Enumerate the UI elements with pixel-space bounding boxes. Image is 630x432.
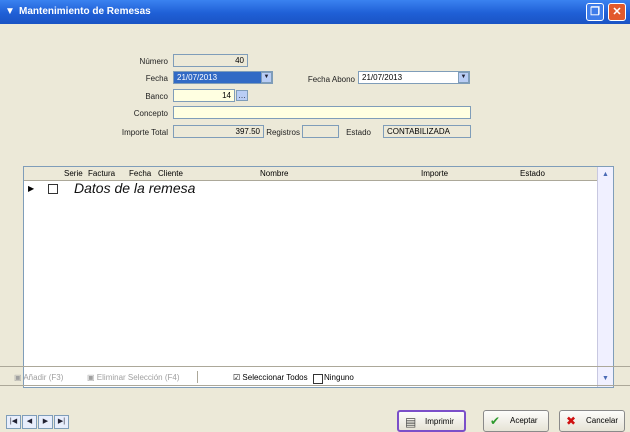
last-record-icon[interactable]: ▶| — [54, 415, 69, 429]
lookup-icon[interactable]: … — [236, 90, 248, 101]
col-fecha[interactable]: Fecha — [129, 169, 151, 178]
restore-button[interactable]: ❐ — [586, 3, 604, 21]
fecha-field[interactable]: 21/07/2013 — [173, 71, 273, 84]
prev-record-icon[interactable]: ◀ — [22, 415, 37, 429]
delete-icon: ▣ — [87, 373, 95, 382]
add-icon: ▣ — [14, 373, 22, 382]
next-record-icon[interactable]: ▶ — [38, 415, 53, 429]
numero-label: Número — [139, 57, 168, 66]
delete-selection-button[interactable]: ▣ Eliminar Selección (F4) — [87, 373, 180, 382]
x-icon: ✖ — [566, 414, 577, 428]
fecha-abono-label: Fecha Abono — [307, 75, 355, 84]
none-checkbox[interactable] — [313, 374, 323, 384]
banco-field[interactable]: 14 — [173, 89, 235, 102]
grid-scrollbar[interactable]: ▲ ▼ — [597, 167, 613, 387]
numero-field: 40 — [173, 54, 248, 67]
importe-total-field: 397.50 — [173, 125, 264, 138]
row-pointer-icon: ▶ — [28, 184, 35, 193]
col-nombre[interactable]: Nombre — [260, 169, 288, 178]
main-window: Número 40 Fecha 21/07/2013 ▼ Fecha Abono… — [0, 24, 630, 432]
accept-button[interactable]: ✔ Aceptar — [483, 410, 549, 432]
concepto-field[interactable] — [173, 106, 471, 119]
check-icon: ✔ — [490, 414, 501, 428]
concepto-label: Concepto — [133, 109, 168, 118]
cancel-button[interactable]: ✖ Cancelar — [559, 410, 625, 432]
fecha-label: Fecha — [145, 74, 168, 83]
grid-header: Serie Factura Fecha Cliente Nombre Impor… — [24, 167, 598, 181]
fecha-abono-field[interactable]: 21/07/2013 — [358, 71, 470, 84]
importe-total-label: Importe Total — [121, 128, 168, 137]
registros-field — [302, 125, 339, 138]
select-all-icon: ☑ — [233, 373, 241, 382]
remesa-grid[interactable]: Serie Factura Fecha Cliente Nombre Impor… — [23, 166, 614, 388]
col-serie[interactable]: Serie — [64, 169, 83, 178]
scroll-up-icon[interactable]: ▲ — [600, 169, 611, 180]
printer-icon: ▤ — [405, 415, 417, 429]
funnel-icon: ▼ — [5, 6, 15, 17]
print-button[interactable]: ▤ Imprimir — [397, 410, 466, 432]
estado-label: Estado — [346, 128, 371, 137]
toolbar-separator — [197, 371, 198, 383]
window-title: Mantenimiento de Remesas — [19, 6, 151, 17]
registros-label: Registros — [266, 128, 300, 137]
row-note: Datos de la remesa — [74, 180, 196, 196]
col-factura[interactable]: Factura — [88, 169, 115, 178]
first-record-icon[interactable]: |◀ — [6, 415, 21, 429]
none-label: Ninguno — [324, 373, 354, 382]
select-all-button[interactable]: ☑ Seleccionar Todos — [233, 373, 308, 382]
chevron-down-icon[interactable]: ▼ — [261, 72, 272, 83]
titlebar: ▼ Mantenimiento de Remesas ❐ ✕ — [0, 0, 630, 24]
divider — [0, 366, 630, 367]
estado-field: CONTABILIZADA — [383, 125, 471, 138]
col-estado[interactable]: Estado — [520, 169, 545, 178]
add-button[interactable]: ▣ Añadir (F3) — [14, 373, 63, 382]
scroll-down-icon[interactable]: ▼ — [600, 373, 611, 384]
divider — [0, 385, 630, 386]
col-cliente[interactable]: Cliente — [158, 169, 183, 178]
row-checkbox[interactable] — [48, 184, 58, 194]
chevron-down-icon[interactable]: ▼ — [458, 72, 469, 83]
col-importe[interactable]: Importe — [421, 169, 448, 178]
close-button[interactable]: ✕ — [608, 3, 626, 21]
banco-label: Banco — [145, 92, 168, 101]
